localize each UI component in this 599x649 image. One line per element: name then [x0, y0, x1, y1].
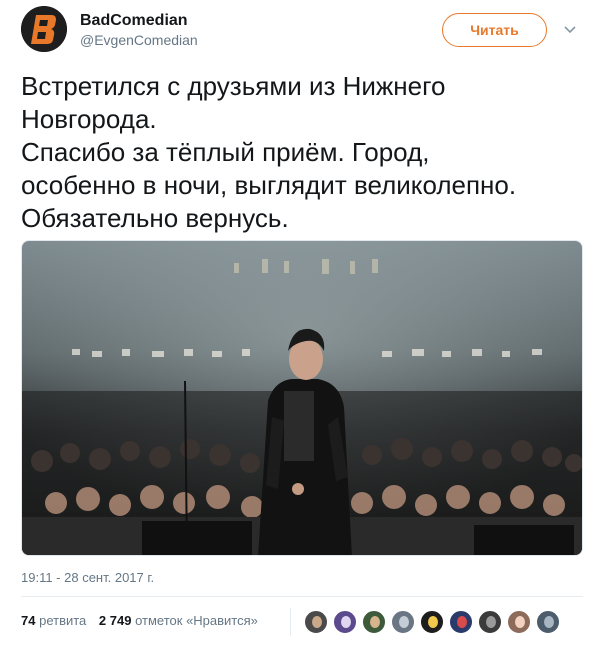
avatar-face-shape	[515, 616, 525, 628]
concert-stage-photo	[22, 241, 582, 555]
tweet-line: Обязательно вернусь.	[21, 203, 289, 233]
avatar-face-shape	[544, 616, 554, 628]
liker-7-avatar[interactable]	[478, 610, 502, 634]
display-name[interactable]: BadComedian	[80, 11, 198, 31]
user-names: BadComedian @EvgenComedian	[80, 11, 198, 49]
liker-9-avatar[interactable]	[536, 610, 560, 634]
avatar-face-shape	[370, 616, 380, 628]
avatar-face-shape	[399, 616, 409, 628]
liker-6-avatar[interactable]	[449, 610, 473, 634]
likes-label: отметок «Нравится»	[135, 613, 258, 628]
avatar-face-shape	[457, 616, 467, 628]
liker-3-avatar[interactable]	[362, 610, 386, 634]
screen-name[interactable]: @EvgenComedian	[80, 31, 198, 49]
liker-5-avatar[interactable]	[420, 610, 444, 634]
tweet-line: Спасибо за тёплый приём. Город,	[21, 137, 430, 167]
likes-count-link[interactable]: 2 749 отметок «Нравится»	[99, 613, 258, 628]
retweets-label: ретвита	[39, 613, 87, 628]
follow-button[interactable]: Читать	[442, 13, 547, 47]
tweet-stats: 74 ретвита 2 749 отметок «Нравится»	[21, 613, 267, 628]
liker-2-avatar[interactable]	[333, 610, 357, 634]
badcomedian-logo-avatar[interactable]	[21, 6, 67, 52]
tweet-text: Встретился с друзьями из Нижнего Новгоро…	[21, 70, 577, 235]
tweet-line: Новгорода.	[21, 104, 157, 134]
tweet-timestamp[interactable]: 19:11 - 28 сент. 2017 г.	[21, 570, 154, 585]
tweet-line: Встретился с друзьями из Нижнего	[21, 71, 446, 101]
divider	[21, 596, 583, 597]
tweet-line: особенно в ночи, выглядит великолепно.	[21, 170, 517, 200]
chevron-down-icon[interactable]	[563, 22, 577, 36]
avatar-face-shape	[428, 616, 438, 628]
avatar-face-shape	[486, 616, 496, 628]
liker-1-avatar[interactable]	[304, 610, 328, 634]
liker-avatars	[304, 610, 565, 636]
avatar-face-shape	[312, 616, 322, 628]
liker-8-avatar[interactable]	[507, 610, 531, 634]
retweets-count: 74	[21, 613, 36, 628]
liker-4-avatar[interactable]	[391, 610, 415, 634]
stats-divider	[290, 608, 291, 636]
avatar-face-shape	[341, 616, 351, 628]
tweet-photo[interactable]	[21, 240, 583, 556]
retweets-count-link[interactable]: 74 ретвита	[21, 613, 86, 628]
likes-count: 2 749	[98, 613, 132, 628]
tweet-header: BadComedian @EvgenComedian Читать	[21, 6, 587, 56]
